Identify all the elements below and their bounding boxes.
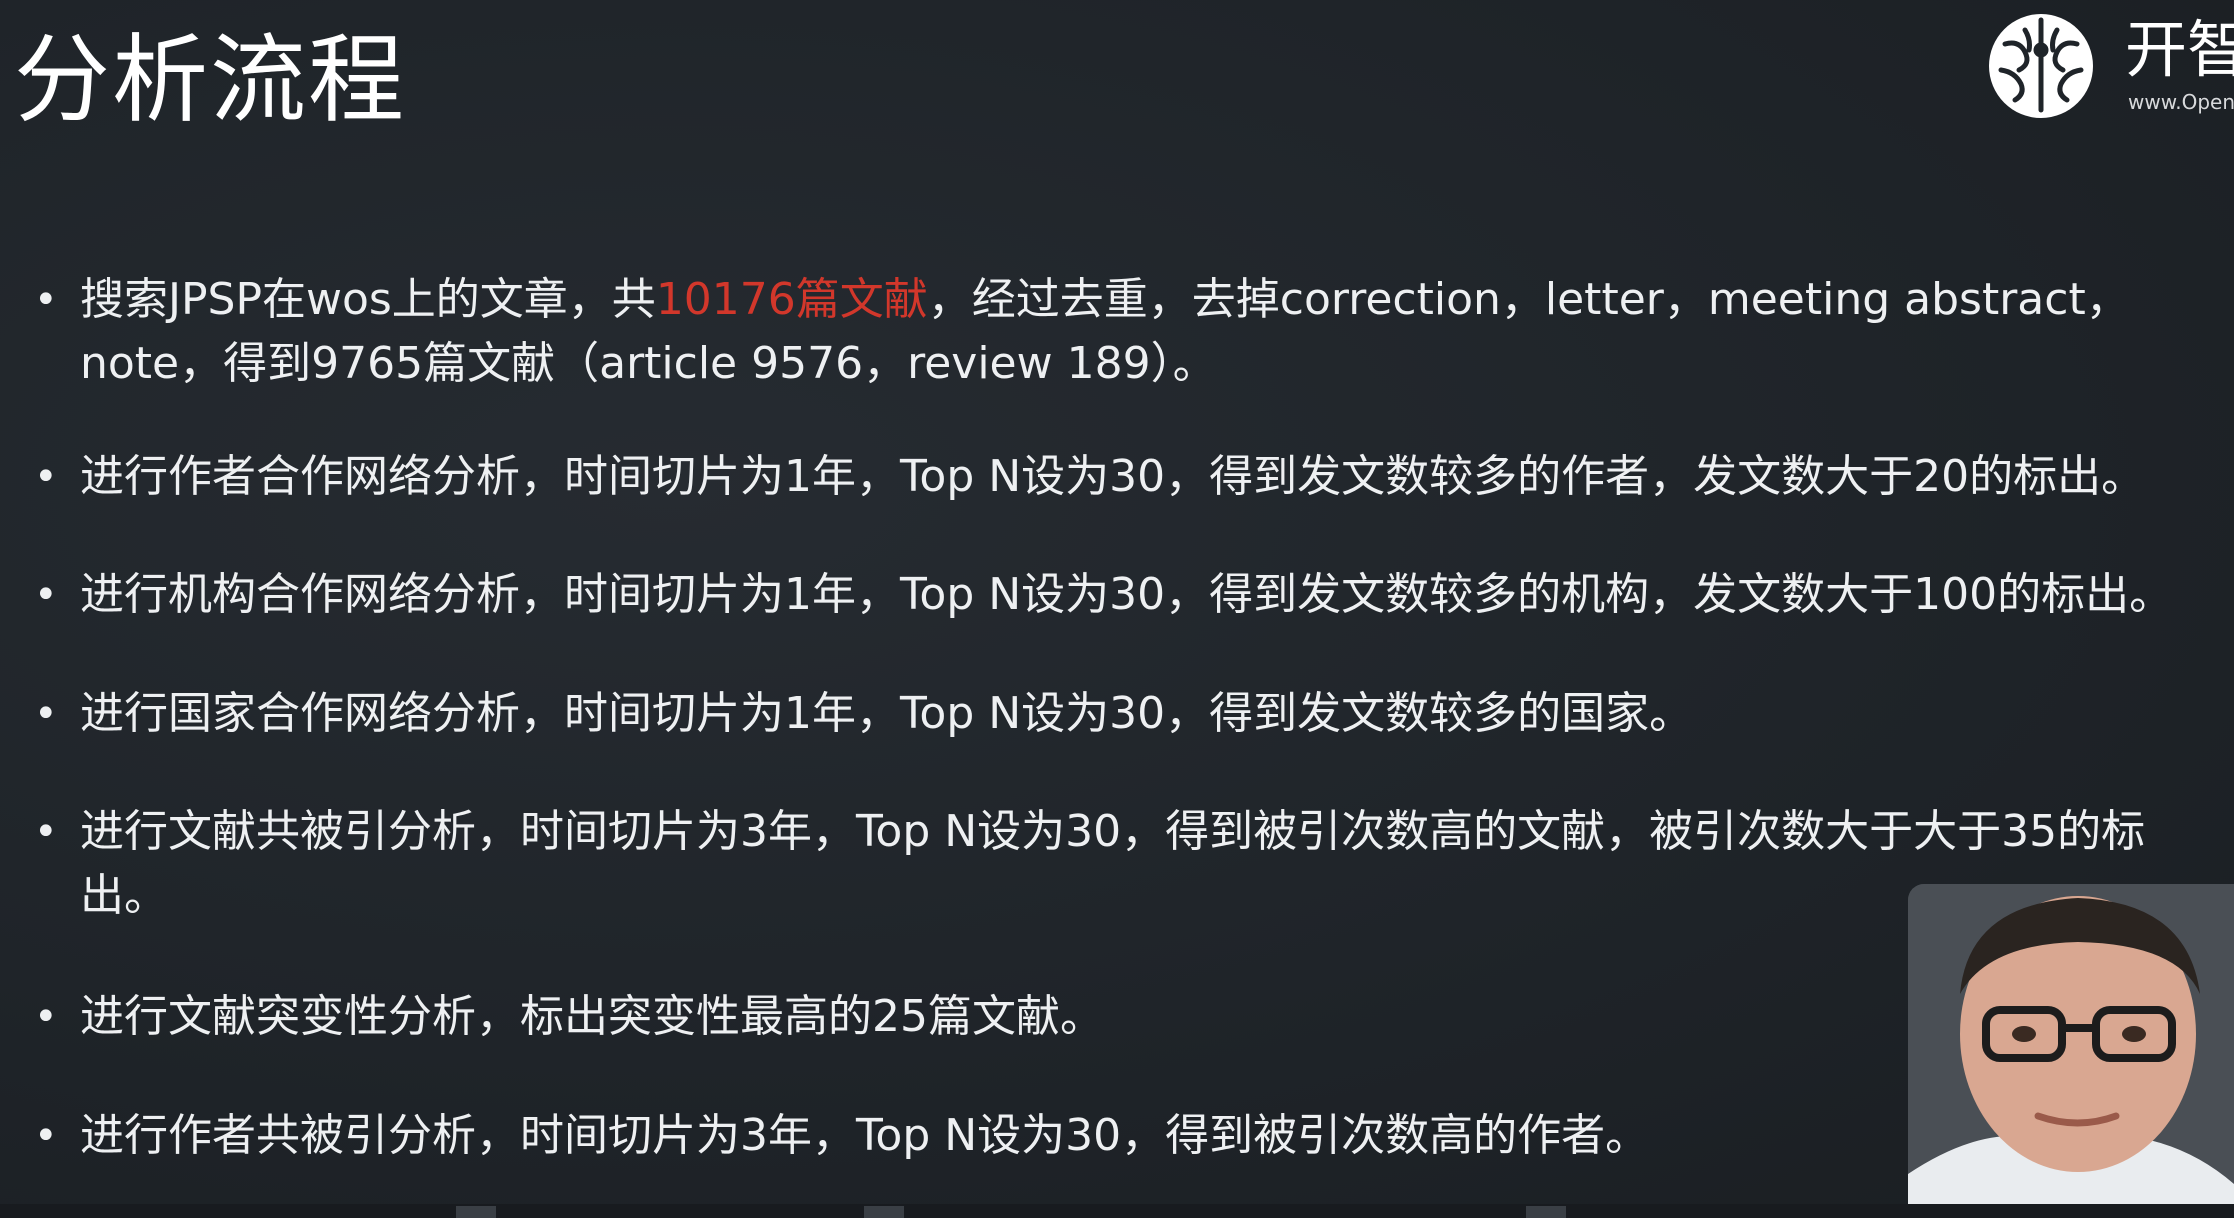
- highlight-count: 10176篇文献: [655, 274, 928, 325]
- bullet-marker: •: [34, 809, 58, 855]
- presenter-webcam: [1908, 884, 2234, 1218]
- bullet-marker: •: [34, 572, 58, 618]
- bullet-text: 进行机构合作网络分析，时间切片为1年，Top N设为30，得到发文数较多的机构，…: [80, 569, 2174, 620]
- bullet-marker: •: [34, 277, 58, 323]
- bullet-text-before: 搜索JPSP在wos上的文章，共: [80, 274, 656, 325]
- bullet-text: 进行国家合作网络分析，时间切片为1年，Top N设为30，得到发文数较多的国家。: [80, 688, 1694, 739]
- bottom-mark: [864, 1206, 904, 1218]
- bullet-marker: •: [34, 454, 58, 500]
- bullet-marker: •: [34, 691, 58, 737]
- presentation-slide: 分析流程 开智 www.Open • 搜索JPSP在wos上的文章，共10176…: [0, 0, 2234, 1218]
- presenter-portrait-icon: [1908, 884, 2234, 1218]
- bottom-mark: [1526, 1206, 1566, 1218]
- bullet-marker: •: [34, 994, 58, 1040]
- bullet-list: • 搜索JPSP在wos上的文章，共10176篇文献，经过去重，去掉correc…: [0, 0, 2234, 1218]
- bottom-strip: [0, 1204, 2234, 1218]
- bullet-marker: •: [34, 1113, 58, 1159]
- bullet-text: 搜索JPSP在wos上的文章，共10176篇文献，经过去重，去掉correcti…: [80, 268, 2230, 396]
- bullet-text: 进行作者合作网络分析，时间切片为1年，Top N设为30，得到发文数较多的作者，…: [80, 451, 2146, 502]
- bottom-mark: [456, 1206, 496, 1218]
